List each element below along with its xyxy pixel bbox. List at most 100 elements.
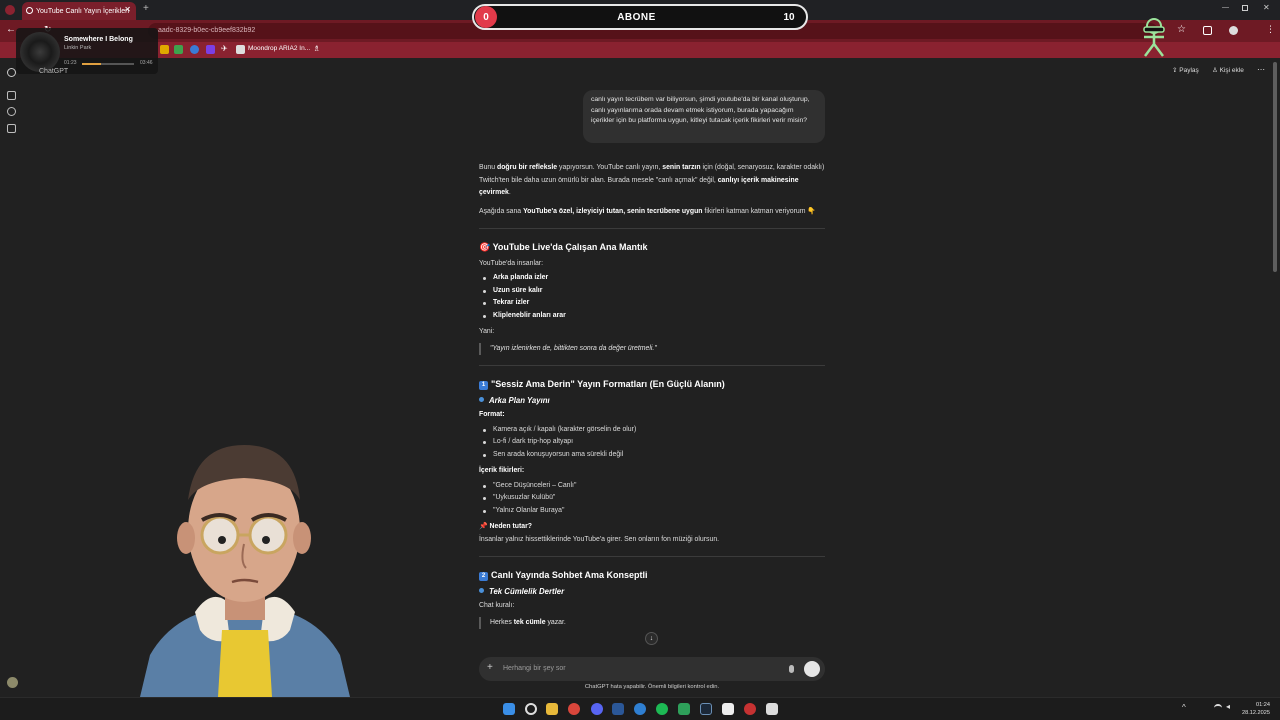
system-clock[interactable]: 01:24 28.12.2025	[1242, 701, 1270, 717]
ideas-label: İçerik fikirleri:	[479, 467, 525, 474]
why-heading: 📌 Neden tutar?	[479, 523, 533, 530]
maximize-icon[interactable]	[1242, 5, 1248, 11]
song-artist: Linkin Park	[64, 45, 92, 51]
composer-placeholder[interactable]: Herhangi bir şey sor	[503, 665, 566, 672]
divider	[479, 556, 825, 557]
bookmark-icon[interactable]	[206, 45, 215, 54]
app-name[interactable]: ChatGPT	[39, 68, 68, 75]
intro-paragraph-1: Bunu doğru bir refleksle yapıyorsun. You…	[479, 164, 825, 196]
add-attachment-icon[interactable]: +	[487, 662, 493, 673]
chatgpt-favicon-icon	[26, 7, 33, 14]
spotify-icon[interactable]	[678, 703, 690, 715]
app-icon[interactable]	[766, 703, 778, 715]
blockquote: Herkes tek cümle yazar.	[479, 616, 825, 629]
bookmark-icon[interactable]	[190, 45, 199, 54]
number-badge: 1	[479, 381, 488, 390]
intro-paragraph-2: Aşağıda sana YouTube'a özel, izleyiciyi …	[479, 207, 816, 215]
menu-kebab-icon[interactable]: ⋮	[1266, 24, 1275, 35]
blue-dot-icon	[479, 587, 484, 593]
search-icon[interactable]	[525, 703, 537, 715]
windows-taskbar: ^ ◂ 01:24 28.12.2025	[0, 697, 1280, 720]
section-lead: YouTube'da insanlar:	[479, 259, 544, 267]
telegram-icon[interactable]	[656, 703, 668, 715]
subsection-heading: Arka Plan Yayını	[479, 395, 825, 408]
blockquote: "Yayın izlenirken de, bittikten sonra da…	[479, 342, 825, 355]
moondrop-favicon-icon	[236, 45, 245, 54]
why-text: İnsanlar yalnız hissettiklerinde YouTube…	[479, 535, 720, 543]
add-person-button[interactable]: ♙ Kişi ekle	[1212, 66, 1244, 74]
tab-youtube-live[interactable]: YouTube Canlı Yayın İçerikleri ✕	[22, 2, 136, 20]
person-add-icon: ♙	[1212, 67, 1218, 74]
disclaimer: ChatGPT hata yapabilir. Önemli bilgileri…	[584, 684, 720, 690]
streamer-character	[140, 445, 350, 697]
voice-mode-button[interactable]	[804, 661, 820, 677]
format-label: Format:	[479, 411, 505, 418]
back-icon[interactable]: ←	[6, 24, 16, 35]
file-explorer-icon[interactable]	[546, 703, 558, 715]
word-icon[interactable]	[612, 703, 624, 715]
elapsed-time: 01:23	[64, 60, 77, 66]
extensions-icon[interactable]	[1203, 26, 1212, 35]
app-icon[interactable]	[634, 703, 646, 715]
library-icon[interactable]	[7, 124, 16, 133]
user-message: canlı yayın tecrübem var biliyorsun, şim…	[583, 90, 825, 143]
message-composer[interactable]: + Herhangi bir şey sor	[479, 657, 825, 681]
bookmarks-bar: ✈ Moondrop ARIA2 In... ♗	[0, 42, 1280, 58]
list-item: Arka planda izler	[479, 272, 825, 285]
subscriber-current: 0	[475, 6, 497, 28]
song-title: Somewhere I Belong	[64, 36, 133, 43]
number-badge: 2	[479, 572, 488, 581]
clock-time: 01:24	[1256, 702, 1270, 708]
bullet-list: Kamera açık / kapalı (karakter görselin …	[479, 424, 825, 462]
list-item: "Gece Düşünceleri – Canlı"	[479, 480, 825, 493]
progress-track[interactable]	[82, 63, 134, 65]
discord-icon[interactable]	[591, 703, 603, 715]
section-heading: 🎯 YouTube Live'da Çalışan Ana Mantık	[479, 242, 648, 252]
microphone-icon[interactable]	[789, 665, 794, 673]
steam-icon[interactable]	[700, 703, 712, 715]
list-item: Klipleneblir anları arar	[479, 310, 825, 323]
tray-chevron-icon[interactable]: ^	[1182, 703, 1186, 712]
minimize-icon[interactable]: —	[1222, 4, 1229, 11]
subsection-heading: Tek Cümlelik Dertler	[479, 586, 825, 599]
chrome-icon[interactable]	[568, 703, 580, 715]
now-playing-widget: Somewhere I Belong Linkin Park 01:23 03:…	[16, 28, 158, 74]
share-label: Paylaş	[1179, 67, 1199, 74]
page-scrollbar[interactable]	[1273, 62, 1277, 272]
bookmark-icon[interactable]	[174, 45, 183, 54]
start-icon[interactable]	[503, 703, 515, 715]
bookmark-moondrop[interactable]: Moondrop ARIA2 In...	[248, 45, 310, 52]
bookmark-icon[interactable]: ✈	[221, 44, 228, 53]
divider	[479, 365, 825, 366]
volume-icon[interactable]: ◂	[1226, 702, 1230, 711]
search-icon[interactable]	[7, 107, 16, 116]
share-button[interactable]: ⇪ Paylaş	[1172, 66, 1199, 74]
list-item: "Uykusuzlar Kulübü"	[479, 492, 825, 505]
subscriber-goal: 10	[783, 11, 795, 23]
close-icon[interactable]: ✕	[1263, 3, 1270, 12]
divider	[479, 228, 825, 229]
clock-date: 28.12.2025	[1242, 710, 1270, 716]
new-tab-icon[interactable]: +	[143, 3, 149, 14]
album-art	[20, 32, 60, 72]
chatgpt-logo-icon[interactable]	[7, 68, 16, 77]
list-item: Kamera açık / kapalı (karakter görselin …	[479, 424, 825, 437]
bookmark-star-icon[interactable]: ☆	[1177, 24, 1186, 35]
subscriber-goal-title: ABONE	[617, 11, 656, 23]
bookmark-icon[interactable]: ♗	[313, 44, 320, 53]
progress-fill	[82, 63, 102, 65]
tab-close-icon[interactable]: ✕	[124, 5, 131, 14]
bookmark-icon[interactable]	[160, 45, 169, 54]
tab-menu-icon[interactable]	[5, 5, 15, 15]
new-chat-icon[interactable]	[7, 91, 16, 100]
list-item: Tekrar izler	[479, 297, 825, 310]
app-icon[interactable]	[744, 703, 756, 715]
scroll-down-button[interactable]: ↓	[645, 632, 658, 645]
wifi-icon[interactable]	[1214, 704, 1222, 712]
profile-icon[interactable]	[1229, 26, 1238, 35]
more-options-icon[interactable]: ⋯	[1257, 65, 1265, 74]
url-text: aadc-8329-b0ec-cb9eef832b92	[158, 27, 256, 34]
app-icon[interactable]	[722, 703, 734, 715]
section-heading: 2 Canlı Yayında Sohbet Ama Konseptli	[479, 569, 825, 582]
user-avatar[interactable]	[7, 677, 18, 688]
